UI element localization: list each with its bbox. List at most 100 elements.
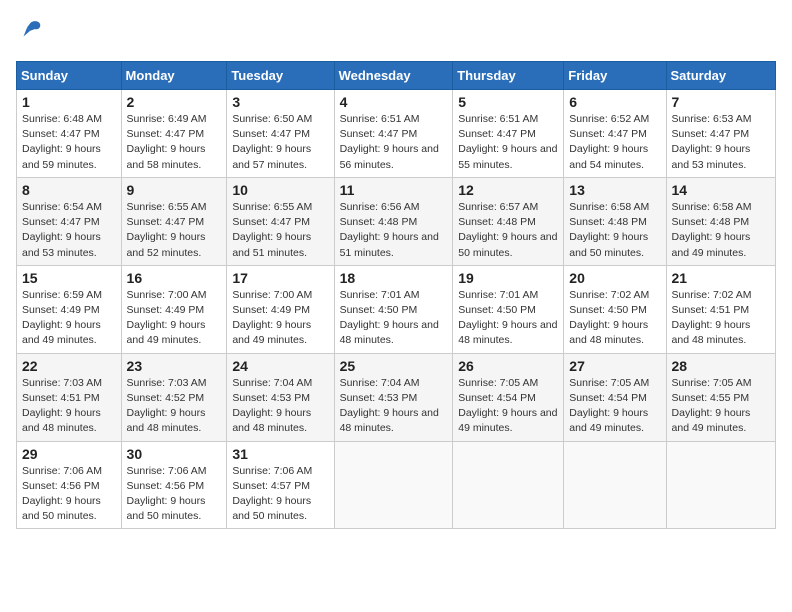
day-number: 17	[232, 270, 328, 286]
day-info: Sunrise: 7:06 AMSunset: 4:56 PMDaylight:…	[22, 465, 102, 523]
calendar-cell: 19 Sunrise: 7:01 AMSunset: 4:50 PMDaylig…	[453, 265, 564, 353]
day-number: 28	[672, 358, 770, 374]
day-number: 10	[232, 182, 328, 198]
day-number: 26	[458, 358, 558, 374]
weekday-header: Thursday	[453, 62, 564, 90]
weekday-header: Tuesday	[227, 62, 334, 90]
weekday-header: Saturday	[666, 62, 775, 90]
day-number: 4	[340, 94, 448, 110]
day-info: Sunrise: 6:56 AMSunset: 4:48 PMDaylight:…	[340, 201, 439, 259]
day-info: Sunrise: 6:55 AMSunset: 4:47 PMDaylight:…	[232, 201, 312, 259]
day-info: Sunrise: 7:05 AMSunset: 4:54 PMDaylight:…	[458, 377, 557, 435]
calendar-row: 29 Sunrise: 7:06 AMSunset: 4:56 PMDaylig…	[17, 441, 776, 529]
day-info: Sunrise: 7:04 AMSunset: 4:53 PMDaylight:…	[232, 377, 312, 435]
calendar-cell: 20 Sunrise: 7:02 AMSunset: 4:50 PMDaylig…	[564, 265, 666, 353]
calendar-cell	[564, 441, 666, 529]
calendar-row: 15 Sunrise: 6:59 AMSunset: 4:49 PMDaylig…	[17, 265, 776, 353]
day-number: 13	[569, 182, 660, 198]
day-info: Sunrise: 6:49 AMSunset: 4:47 PMDaylight:…	[127, 113, 207, 171]
day-info: Sunrise: 7:03 AMSunset: 4:51 PMDaylight:…	[22, 377, 102, 435]
day-number: 12	[458, 182, 558, 198]
day-number: 23	[127, 358, 222, 374]
calendar-cell: 12 Sunrise: 6:57 AMSunset: 4:48 PMDaylig…	[453, 177, 564, 265]
day-number: 24	[232, 358, 328, 374]
day-info: Sunrise: 6:54 AMSunset: 4:47 PMDaylight:…	[22, 201, 102, 259]
calendar-cell: 11 Sunrise: 6:56 AMSunset: 4:48 PMDaylig…	[334, 177, 453, 265]
day-info: Sunrise: 6:57 AMSunset: 4:48 PMDaylight:…	[458, 201, 557, 259]
day-number: 27	[569, 358, 660, 374]
day-number: 3	[232, 94, 328, 110]
calendar-cell: 10 Sunrise: 6:55 AMSunset: 4:47 PMDaylig…	[227, 177, 334, 265]
calendar-row: 1 Sunrise: 6:48 AMSunset: 4:47 PMDayligh…	[17, 90, 776, 178]
day-number: 11	[340, 182, 448, 198]
day-number: 21	[672, 270, 770, 286]
calendar-cell: 17 Sunrise: 7:00 AMSunset: 4:49 PMDaylig…	[227, 265, 334, 353]
calendar-cell: 14 Sunrise: 6:58 AMSunset: 4:48 PMDaylig…	[666, 177, 775, 265]
calendar-cell: 24 Sunrise: 7:04 AMSunset: 4:53 PMDaylig…	[227, 353, 334, 441]
calendar-cell: 1 Sunrise: 6:48 AMSunset: 4:47 PMDayligh…	[17, 90, 122, 178]
weekday-header: Wednesday	[334, 62, 453, 90]
day-number: 30	[127, 446, 222, 462]
page-header	[16, 16, 776, 49]
calendar-table: SundayMondayTuesdayWednesdayThursdayFrid…	[16, 61, 776, 529]
day-info: Sunrise: 7:01 AMSunset: 4:50 PMDaylight:…	[340, 289, 439, 347]
day-number: 20	[569, 270, 660, 286]
day-number: 5	[458, 94, 558, 110]
calendar-cell: 8 Sunrise: 6:54 AMSunset: 4:47 PMDayligh…	[17, 177, 122, 265]
calendar-cell: 27 Sunrise: 7:05 AMSunset: 4:54 PMDaylig…	[564, 353, 666, 441]
calendar-cell: 21 Sunrise: 7:02 AMSunset: 4:51 PMDaylig…	[666, 265, 775, 353]
day-info: Sunrise: 7:01 AMSunset: 4:50 PMDaylight:…	[458, 289, 557, 347]
day-info: Sunrise: 7:06 AMSunset: 4:57 PMDaylight:…	[232, 465, 312, 523]
calendar-cell: 30 Sunrise: 7:06 AMSunset: 4:56 PMDaylig…	[121, 441, 227, 529]
day-info: Sunrise: 6:53 AMSunset: 4:47 PMDaylight:…	[672, 113, 752, 171]
day-number: 19	[458, 270, 558, 286]
calendar-cell: 5 Sunrise: 6:51 AMSunset: 4:47 PMDayligh…	[453, 90, 564, 178]
day-number: 15	[22, 270, 116, 286]
logo	[16, 16, 46, 49]
day-info: Sunrise: 6:58 AMSunset: 4:48 PMDaylight:…	[569, 201, 649, 259]
day-number: 29	[22, 446, 116, 462]
calendar-cell: 22 Sunrise: 7:03 AMSunset: 4:51 PMDaylig…	[17, 353, 122, 441]
weekday-header: Sunday	[17, 62, 122, 90]
calendar-cell: 25 Sunrise: 7:04 AMSunset: 4:53 PMDaylig…	[334, 353, 453, 441]
day-number: 1	[22, 94, 116, 110]
day-info: Sunrise: 6:51 AMSunset: 4:47 PMDaylight:…	[458, 113, 557, 171]
day-number: 8	[22, 182, 116, 198]
calendar-cell: 23 Sunrise: 7:03 AMSunset: 4:52 PMDaylig…	[121, 353, 227, 441]
calendar-cell: 18 Sunrise: 7:01 AMSunset: 4:50 PMDaylig…	[334, 265, 453, 353]
calendar-cell: 9 Sunrise: 6:55 AMSunset: 4:47 PMDayligh…	[121, 177, 227, 265]
day-info: Sunrise: 7:06 AMSunset: 4:56 PMDaylight:…	[127, 465, 207, 523]
day-info: Sunrise: 6:50 AMSunset: 4:47 PMDaylight:…	[232, 113, 312, 171]
calendar-cell	[453, 441, 564, 529]
day-info: Sunrise: 6:51 AMSunset: 4:47 PMDaylight:…	[340, 113, 439, 171]
day-number: 31	[232, 446, 328, 462]
day-info: Sunrise: 6:58 AMSunset: 4:48 PMDaylight:…	[672, 201, 752, 259]
day-info: Sunrise: 6:59 AMSunset: 4:49 PMDaylight:…	[22, 289, 102, 347]
day-number: 22	[22, 358, 116, 374]
weekday-header: Friday	[564, 62, 666, 90]
calendar-row: 22 Sunrise: 7:03 AMSunset: 4:51 PMDaylig…	[17, 353, 776, 441]
day-info: Sunrise: 7:02 AMSunset: 4:51 PMDaylight:…	[672, 289, 752, 347]
day-number: 25	[340, 358, 448, 374]
calendar-cell: 16 Sunrise: 7:00 AMSunset: 4:49 PMDaylig…	[121, 265, 227, 353]
calendar-row: 8 Sunrise: 6:54 AMSunset: 4:47 PMDayligh…	[17, 177, 776, 265]
day-info: Sunrise: 7:03 AMSunset: 4:52 PMDaylight:…	[127, 377, 207, 435]
day-number: 18	[340, 270, 448, 286]
calendar-cell: 7 Sunrise: 6:53 AMSunset: 4:47 PMDayligh…	[666, 90, 775, 178]
calendar-cell: 15 Sunrise: 6:59 AMSunset: 4:49 PMDaylig…	[17, 265, 122, 353]
calendar-cell: 31 Sunrise: 7:06 AMSunset: 4:57 PMDaylig…	[227, 441, 334, 529]
weekday-header: Monday	[121, 62, 227, 90]
day-number: 6	[569, 94, 660, 110]
day-number: 7	[672, 94, 770, 110]
calendar-cell: 13 Sunrise: 6:58 AMSunset: 4:48 PMDaylig…	[564, 177, 666, 265]
calendar-cell: 26 Sunrise: 7:05 AMSunset: 4:54 PMDaylig…	[453, 353, 564, 441]
day-info: Sunrise: 7:05 AMSunset: 4:54 PMDaylight:…	[569, 377, 649, 435]
day-info: Sunrise: 6:52 AMSunset: 4:47 PMDaylight:…	[569, 113, 649, 171]
logo-icon	[16, 16, 44, 44]
day-number: 16	[127, 270, 222, 286]
calendar-cell: 3 Sunrise: 6:50 AMSunset: 4:47 PMDayligh…	[227, 90, 334, 178]
calendar-cell: 6 Sunrise: 6:52 AMSunset: 4:47 PMDayligh…	[564, 90, 666, 178]
calendar-cell: 4 Sunrise: 6:51 AMSunset: 4:47 PMDayligh…	[334, 90, 453, 178]
day-info: Sunrise: 7:05 AMSunset: 4:55 PMDaylight:…	[672, 377, 752, 435]
day-number: 9	[127, 182, 222, 198]
